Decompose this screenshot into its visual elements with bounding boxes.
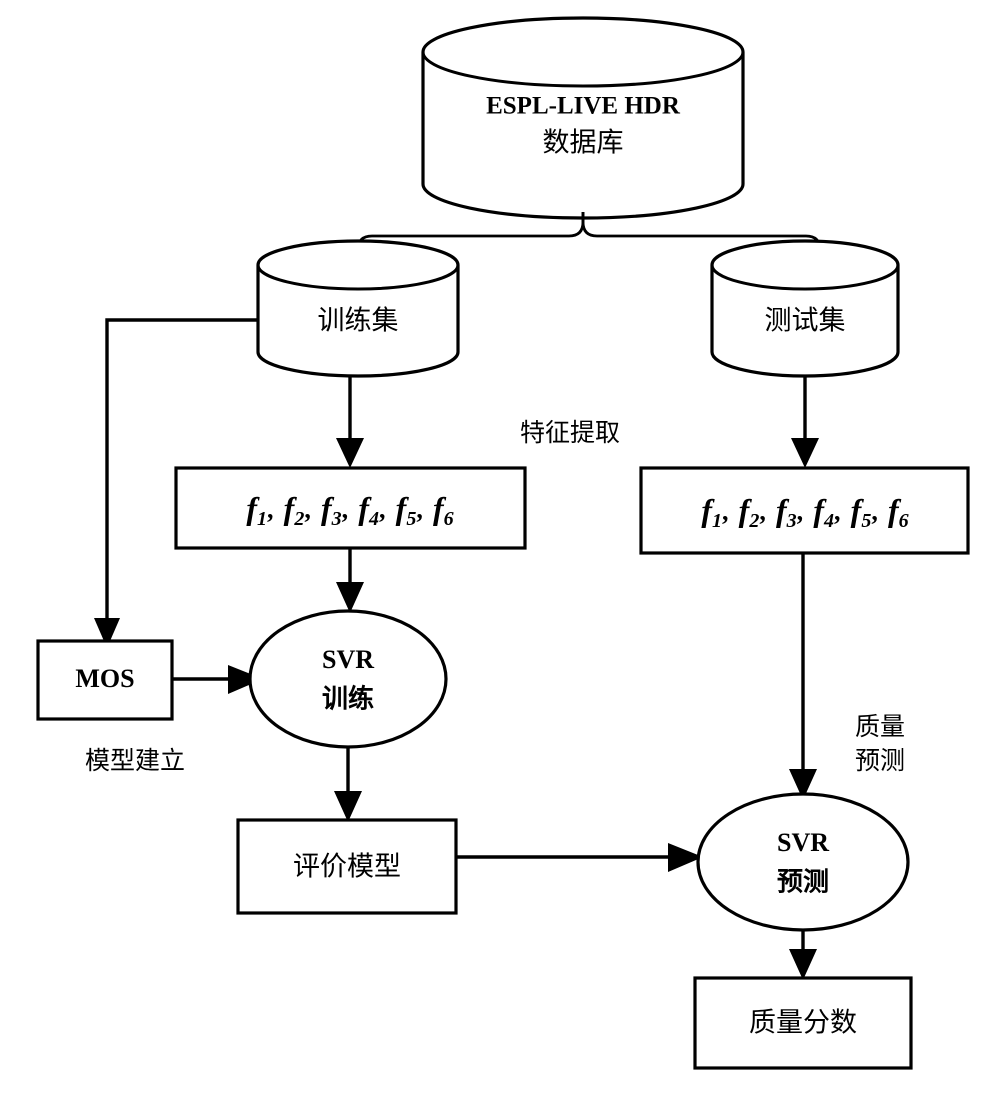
arrowhead-svr-predict-to-score bbox=[789, 949, 817, 980]
flowchart-canvas: ESPL-LIVE HDR 数据库 训练集 测试集 特征提取 f1, f2, f… bbox=[36, 16, 970, 1070]
svr-predict-label-line2: 预测 bbox=[777, 868, 829, 898]
arrowhead-svr-train-to-eval bbox=[334, 791, 362, 822]
connector-features-to-svr-train bbox=[336, 548, 364, 613]
annotation-quality-prediction-line2: 预测 bbox=[855, 746, 905, 775]
arrowhead-test-to-features bbox=[791, 438, 819, 468]
database-label-line2: 数据库 bbox=[543, 128, 624, 159]
node-train-set[interactable]: 训练集 bbox=[256, 239, 460, 378]
node-test-set[interactable]: 测试集 bbox=[710, 239, 900, 378]
test-set-label: 测试集 bbox=[765, 306, 846, 337]
connector-svr-predict-to-score bbox=[789, 930, 817, 980]
connector-train-to-features bbox=[336, 376, 364, 468]
svr-train-ellipse bbox=[248, 609, 448, 749]
features-test-label: f1, f2, f3, f4, f5, f6 bbox=[701, 492, 908, 531]
node-svr-train[interactable]: SVR 训练 bbox=[248, 609, 448, 749]
train-set-label: 训练集 bbox=[318, 306, 399, 337]
annotation-quality-prediction-line1: 质量 bbox=[855, 712, 905, 741]
arrowhead-train-to-features bbox=[336, 438, 364, 468]
svr-predict-ellipse bbox=[696, 792, 910, 932]
quality-score-label: 质量分数 bbox=[749, 1008, 857, 1039]
features-train-label: f1, f2, f3, f4, f5, f6 bbox=[246, 490, 453, 529]
connector-features-to-svr-predict bbox=[789, 553, 817, 800]
node-eval-model[interactable]: 评价模型 bbox=[236, 818, 458, 915]
node-database[interactable]: ESPL-LIVE HDR 数据库 bbox=[421, 16, 745, 220]
arrowhead-features-to-svr-train bbox=[336, 582, 364, 613]
annotation-feature-extraction: 特征提取 bbox=[520, 418, 620, 447]
database-label-line1: ESPL-LIVE HDR bbox=[486, 93, 681, 120]
flowchart-diagram: ESPL-LIVE HDR 数据库 训练集 测试集 特征提取 f1, f2, f… bbox=[0, 0, 998, 1096]
annotation-model-building: 模型建立 bbox=[85, 746, 185, 775]
connector-eval-to-svr-predict bbox=[456, 843, 703, 872]
svr-train-label-line2: 训练 bbox=[322, 684, 374, 715]
eval-model-label: 评价模型 bbox=[293, 852, 401, 883]
node-quality-score[interactable]: 质量分数 bbox=[693, 976, 913, 1070]
mos-label: MOS bbox=[75, 664, 134, 693]
node-mos[interactable]: MOS bbox=[36, 639, 174, 721]
node-features-test[interactable]: f1, f2, f3, f4, f5, f6 bbox=[639, 466, 970, 555]
connector-svr-train-to-eval bbox=[334, 747, 362, 822]
svr-predict-label-line1: SVR bbox=[777, 828, 829, 857]
node-svr-predict[interactable]: SVR 预测 bbox=[696, 792, 910, 932]
node-features-train[interactable]: f1, f2, f3, f4, f5, f6 bbox=[174, 466, 527, 550]
connector-test-to-features bbox=[791, 376, 819, 468]
svr-train-label-line1: SVR bbox=[322, 645, 374, 674]
